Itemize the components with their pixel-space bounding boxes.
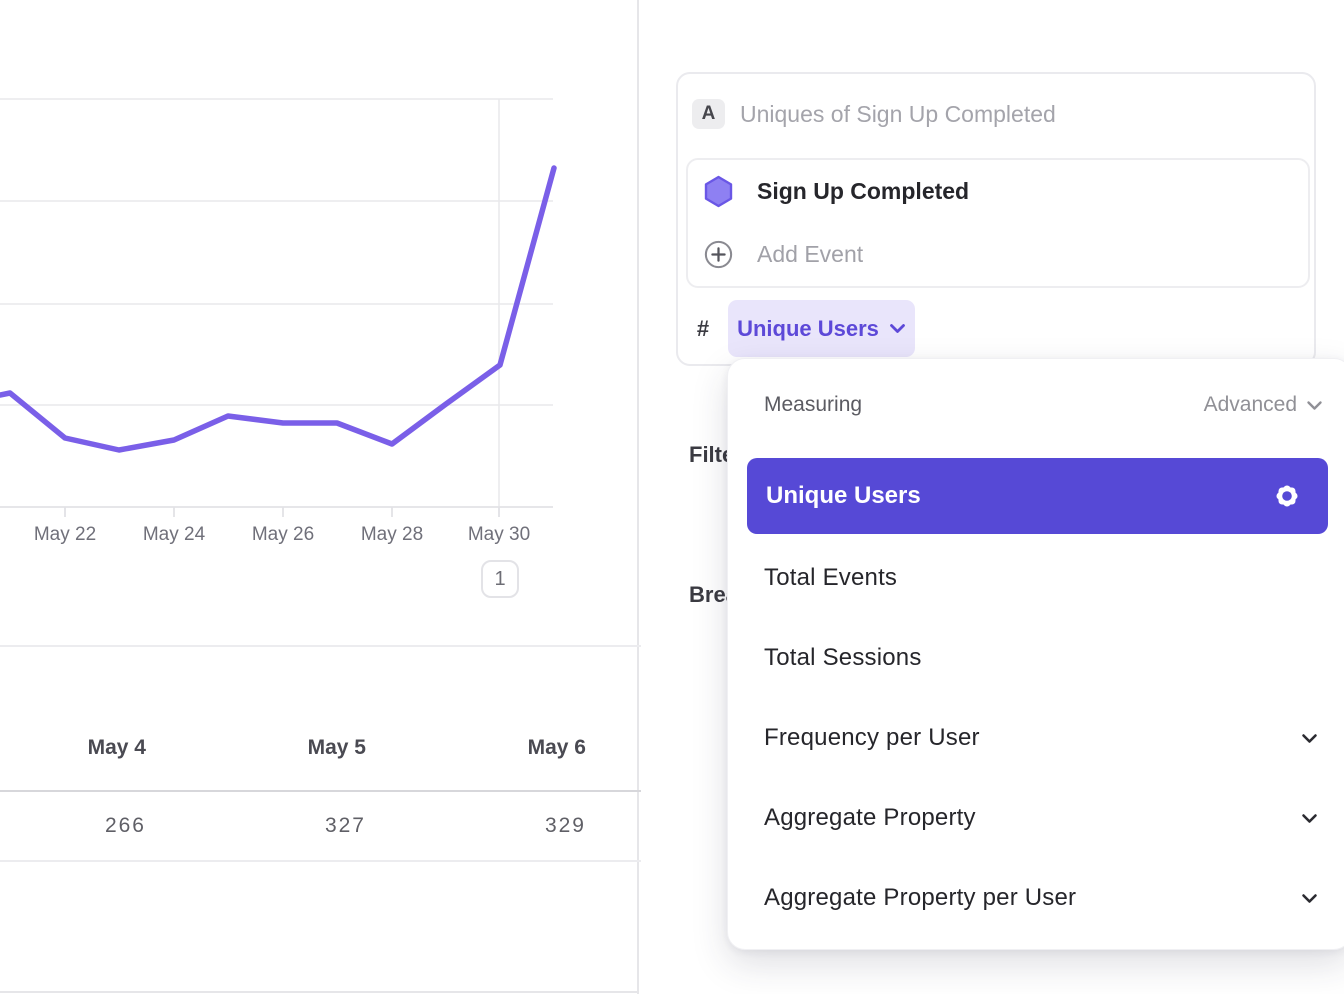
measure-dropdown-button[interactable]: Unique Users bbox=[728, 300, 915, 357]
advanced-label: Advanced bbox=[1204, 393, 1297, 417]
measuring-label: Measuring bbox=[764, 393, 862, 417]
chevron-down-icon bbox=[1306, 400, 1323, 411]
metric-card: A Uniques of Sign Up Completed Sign Up C… bbox=[676, 72, 1316, 366]
divider bbox=[0, 991, 639, 993]
number-prefix: # bbox=[678, 316, 728, 342]
event-hexagon-icon bbox=[704, 175, 733, 208]
menu-item-label: Aggregate Property per User bbox=[764, 884, 1076, 912]
event-row[interactable]: Sign Up Completed bbox=[688, 160, 1308, 223]
menu-item-frequency-per-user[interactable]: Frequency per User bbox=[728, 698, 1344, 778]
table-header-row: May 4May 5May 6 bbox=[0, 647, 660, 792]
menu-item-unique-users-selected[interactable]: Unique Users bbox=[747, 458, 1328, 534]
menu-item-label: Total Sessions bbox=[764, 644, 922, 672]
menu-item-total-events[interactable]: Total Events bbox=[728, 538, 1344, 618]
line-chart bbox=[0, 0, 639, 524]
table-cell-value[interactable]: 266 bbox=[0, 814, 146, 838]
dropdown-header: Measuring Advanced bbox=[764, 389, 1323, 421]
menu-item-aggregate-property-per-user[interactable]: Aggregate Property per User bbox=[728, 858, 1344, 938]
add-event-label: Add Event bbox=[757, 241, 863, 268]
chart-panel: May 22May 24May 26May 28May 30 1 May 4Ma… bbox=[0, 0, 639, 994]
insights-page: May 22May 24May 26May 28May 30 1 May 4Ma… bbox=[0, 0, 1344, 994]
metric-title: Uniques of Sign Up Completed bbox=[740, 101, 1056, 128]
selected-item-label: Unique Users bbox=[766, 482, 921, 510]
measure-value: Unique Users bbox=[737, 316, 879, 342]
table-column-header: May 4 bbox=[0, 736, 146, 790]
metric-card-header: A Uniques of Sign Up Completed bbox=[678, 86, 1314, 142]
advanced-toggle[interactable]: Advanced bbox=[1204, 393, 1323, 417]
measuring-dropdown: Measuring Advanced Unique Users bbox=[727, 358, 1344, 950]
chevron-down-icon bbox=[1301, 893, 1318, 904]
pagination-badge[interactable]: 1 bbox=[481, 560, 519, 598]
plus-circle-icon bbox=[704, 239, 733, 270]
x-axis-tick-label: May 22 bbox=[17, 524, 113, 546]
menu-item-total-sessions[interactable]: Total Sessions bbox=[728, 618, 1344, 698]
x-axis-tick-label: May 30 bbox=[451, 524, 547, 546]
measure-row: # Unique Users bbox=[678, 300, 1314, 357]
chevron-down-icon bbox=[1301, 733, 1318, 744]
event-card: Sign Up Completed Add Event bbox=[686, 158, 1310, 288]
query-builder-panel: A Uniques of Sign Up Completed Sign Up C… bbox=[641, 0, 1344, 994]
gear-icon[interactable] bbox=[1271, 480, 1303, 512]
menu-item-label: Total Events bbox=[764, 564, 897, 592]
table-cell-value[interactable]: 329 bbox=[366, 814, 586, 838]
table-column-header: May 6 bbox=[366, 736, 586, 790]
menu-item-label: Frequency per User bbox=[764, 724, 980, 752]
event-name: Sign Up Completed bbox=[757, 178, 969, 205]
measuring-menu-list: Total Events Total Sessions Frequency per … bbox=[728, 538, 1344, 938]
table-cell-value[interactable]: 327 bbox=[146, 814, 366, 838]
series-letter-badge: A bbox=[692, 99, 725, 129]
x-axis-tick-label: May 28 bbox=[344, 524, 440, 546]
chevron-down-icon bbox=[1301, 813, 1318, 824]
add-event-row[interactable]: Add Event bbox=[688, 223, 1308, 286]
table-column-header: May 5 bbox=[146, 736, 366, 790]
x-axis-tick-label: May 24 bbox=[126, 524, 222, 546]
results-table: May 4May 5May 6 266327329 bbox=[0, 645, 660, 862]
chevron-down-icon bbox=[889, 323, 906, 334]
menu-item-label: Aggregate Property bbox=[764, 804, 976, 832]
table-row: 266327329 bbox=[0, 792, 660, 862]
menu-item-aggregate-property[interactable]: Aggregate Property bbox=[728, 778, 1344, 858]
x-axis-tick-label: May 26 bbox=[235, 524, 331, 546]
x-axis-labels: May 22 May 24 May 26 May 28 May 30 bbox=[0, 524, 639, 552]
